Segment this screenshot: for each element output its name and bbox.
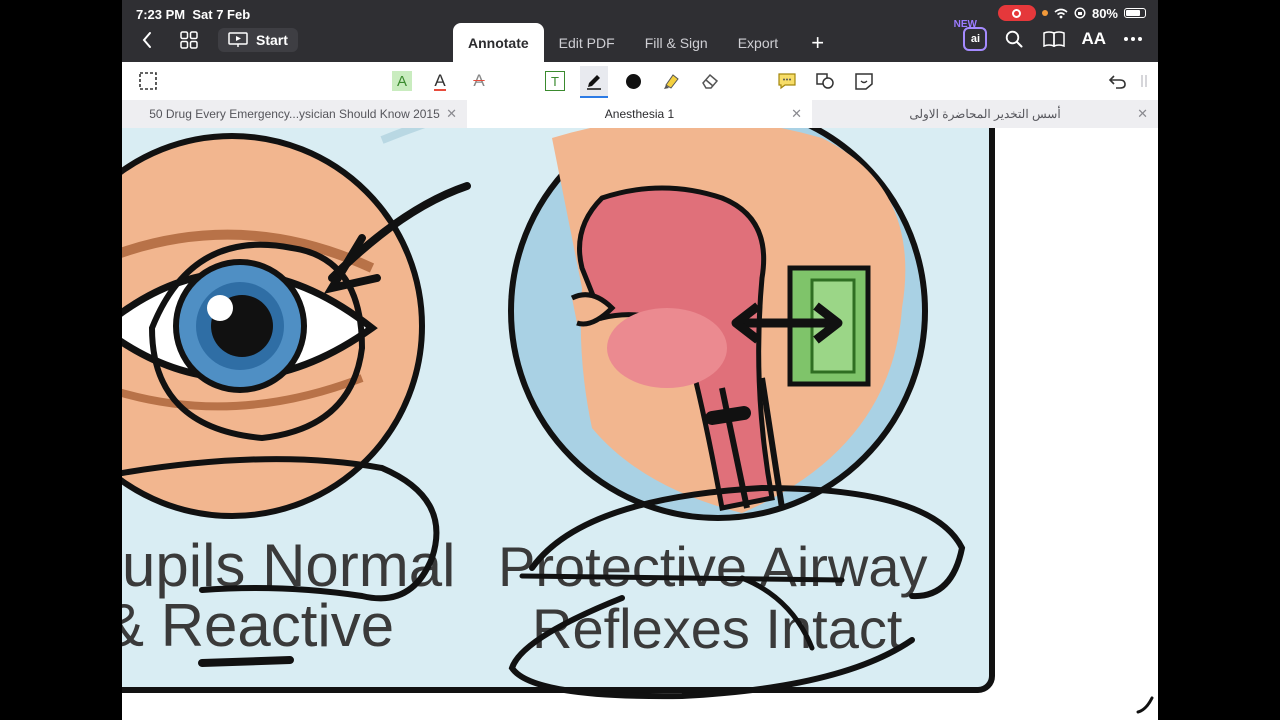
sticker-icon[interactable] bbox=[850, 68, 878, 94]
doc-tab-arabic-lecture[interactable]: أسس التخدير المحاضرة الاولى ✕ bbox=[812, 100, 1158, 128]
close-icon[interactable]: ✕ bbox=[791, 106, 802, 122]
airway-illustration bbox=[508, 101, 928, 521]
underline-text-icon[interactable]: A bbox=[426, 68, 454, 94]
back-chevron-icon[interactable] bbox=[134, 28, 160, 52]
wifi-icon bbox=[1054, 8, 1068, 18]
pen-tool-icon[interactable] bbox=[580, 66, 608, 98]
tab-export[interactable]: Export bbox=[723, 23, 793, 62]
tab-annotate[interactable]: Annotate bbox=[453, 23, 544, 62]
document-tabs: 50 Drug Every Emergency...ysician Should… bbox=[122, 100, 1158, 129]
right-caption-line-1: Protective Airway bbox=[498, 535, 928, 598]
start-presentation-button[interactable]: Start bbox=[218, 28, 298, 52]
text-size-icon[interactable]: AA bbox=[1081, 29, 1106, 49]
right-caption-line-2: Reflexes Intact bbox=[532, 597, 903, 660]
search-icon[interactable] bbox=[1001, 27, 1027, 51]
eraser-tool-icon[interactable] bbox=[696, 68, 724, 94]
status-time: 7:23 PM Sat 7 Feb bbox=[136, 7, 251, 22]
annotation-toolbar: A A A T bbox=[122, 62, 1158, 101]
highlight-text-icon[interactable]: A bbox=[388, 68, 416, 94]
ink-mark-trachea[interactable] bbox=[705, 406, 751, 425]
orientation-lock-icon bbox=[1074, 7, 1086, 19]
nav-right: ai AA bbox=[963, 27, 1146, 51]
shapes-icon[interactable] bbox=[811, 68, 839, 94]
reading-mode-book-icon[interactable] bbox=[1041, 27, 1067, 51]
doc-tab-50-drug[interactable]: 50 Drug Every Emergency...ysician Should… bbox=[122, 100, 467, 128]
add-tab-plus-icon[interactable]: + bbox=[793, 23, 842, 62]
ink-underline-left[interactable] bbox=[198, 656, 294, 667]
tab-edit-pdf[interactable]: Edit PDF bbox=[544, 23, 630, 62]
ipad-screen: 7:23 PM Sat 7 Feb 80% Start Annotate Edi… bbox=[122, 0, 1158, 720]
ink-stray-mark[interactable] bbox=[1136, 696, 1154, 714]
ai-assistant-icon[interactable]: ai bbox=[963, 27, 988, 51]
tab-fill-sign[interactable]: Fill & Sign bbox=[630, 23, 723, 62]
nav-left: Start bbox=[134, 28, 298, 52]
battery-percent: 80% bbox=[1091, 5, 1118, 21]
close-icon[interactable]: ✕ bbox=[1137, 106, 1148, 122]
doc-tab-anesthesia-1[interactable]: Anesthesia 1 ✕ bbox=[467, 100, 812, 128]
strikethrough-text-icon[interactable]: A bbox=[465, 68, 493, 94]
presentation-icon bbox=[228, 32, 248, 47]
pdf-page-canvas[interactable]: upils Normal & Reactive Protective Airwa… bbox=[122, 101, 1158, 720]
mode-tabs: Annotate Edit PDF Fill & Sign Export + bbox=[453, 23, 842, 62]
marker-tool-icon[interactable] bbox=[658, 68, 686, 94]
grid-view-icon[interactable] bbox=[176, 28, 202, 52]
mic-indicator-icon bbox=[1041, 10, 1048, 16]
toolbar-drag-handle[interactable] bbox=[1136, 68, 1152, 94]
pen-color-swatch-icon[interactable] bbox=[619, 68, 647, 94]
screen-recording-icon[interactable] bbox=[997, 5, 1036, 21]
comment-icon[interactable] bbox=[773, 68, 801, 94]
undo-icon[interactable] bbox=[1104, 68, 1132, 94]
status-indicators: 80% bbox=[997, 5, 1146, 21]
pdf-page-illustration[interactable]: upils Normal & Reactive Protective Airwa… bbox=[122, 101, 1158, 720]
left-caption-line-2: & Reactive bbox=[122, 592, 394, 659]
battery-icon bbox=[1124, 8, 1146, 18]
top-bar: 7:23 PM Sat 7 Feb 80% Start Annotate Edi… bbox=[122, 0, 1158, 62]
lasso-select-icon[interactable] bbox=[134, 68, 162, 94]
close-icon[interactable]: ✕ bbox=[446, 106, 457, 122]
text-box-icon[interactable]: T bbox=[541, 68, 569, 94]
more-options-icon[interactable] bbox=[1120, 27, 1146, 51]
